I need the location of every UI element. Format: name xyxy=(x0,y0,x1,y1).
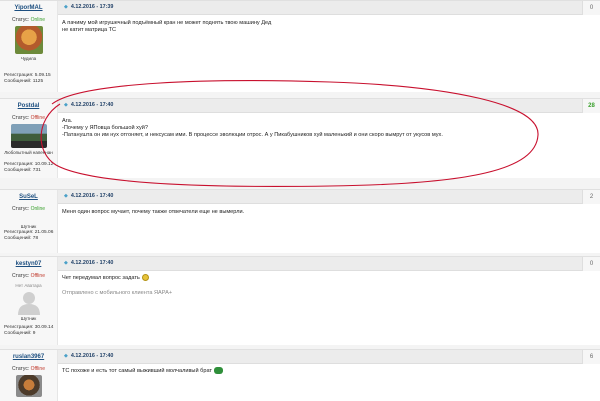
post-date[interactable]: 4.12.2016 - 17:40 xyxy=(64,102,114,108)
smiley-icon xyxy=(141,274,149,281)
author-status: Статус: Offline xyxy=(0,366,57,372)
author-username[interactable]: kestyn07 xyxy=(0,261,57,267)
post-header: 4.12.2016 - 17:40 28 xyxy=(58,99,600,113)
post-body: Меня один вопрос мучает, почему также от… xyxy=(62,209,244,216)
post-header: 4.12.2016 - 17:40 0 xyxy=(58,257,600,271)
avatar[interactable] xyxy=(14,26,43,54)
author-username[interactable]: SuSeL xyxy=(0,194,57,200)
post-text-line: Чет передумал вопрос задать xyxy=(62,274,172,282)
post: ruslan3967 Статус: Offline 4.12.2016 - 1… xyxy=(0,349,600,401)
post-author-panel: ruslan3967 Статус: Offline xyxy=(0,350,58,401)
messages-label: Сообщений: xyxy=(4,79,32,84)
messages-count: 78 xyxy=(32,236,39,241)
author-username[interactable]: YiporMAL xyxy=(0,5,57,11)
post-text-line: -Патанушта он им нух отгоняет, и нексуса… xyxy=(62,132,443,139)
messages-count: 731 xyxy=(32,168,41,173)
status-label: Статус: xyxy=(11,206,30,212)
author-stats: Регистрация: 10.09.12 Сообщений: 731 xyxy=(4,162,53,174)
registration-label: Регистрация: xyxy=(4,73,34,78)
registration-date: 30.09.14 xyxy=(34,325,54,330)
post-header: 4.12.2016 - 17:40 6 xyxy=(58,350,600,364)
author-stats: Регистрация: 5.09.15 Сообщений: 1125 xyxy=(4,73,51,85)
author-stats: Регистрация: 21.05.06 Сообщений: 78 xyxy=(4,230,53,242)
post: SuSeL Статус: Online Шутник Регистрация:… xyxy=(0,189,600,253)
status-label: Статус: xyxy=(12,366,30,372)
author-username[interactable]: ruslan3967 xyxy=(0,354,57,360)
author-username[interactable]: Postdal xyxy=(0,103,57,109)
status-online: Online xyxy=(30,206,46,212)
registration-label: Регистрация: xyxy=(4,230,34,235)
post: Postdal Статус: Offline Любопытный напен… xyxy=(0,98,600,178)
registration-date: 21.05.06 xyxy=(34,230,54,235)
registration-label: Регистрация: xyxy=(4,162,34,167)
post-date[interactable]: 4.12.2016 - 17:40 xyxy=(64,260,114,266)
post-header: 4.12.2016 - 17:39 0 xyxy=(58,1,600,15)
status-label: Статус: xyxy=(11,17,30,23)
post-rating[interactable]: 28 xyxy=(582,99,600,113)
author-status: Статус: Online xyxy=(0,17,57,23)
author-rank: Любопытный напеннан xyxy=(4,150,53,155)
messages-label: Сообщений: xyxy=(4,168,32,173)
messages-label: Сообщений: xyxy=(4,236,32,241)
default-avatar-icon xyxy=(17,292,40,315)
post-date[interactable]: 4.12.2016 - 17:39 xyxy=(64,4,114,10)
post-rating[interactable]: 0 xyxy=(582,1,600,15)
registration-date: 5.09.15 xyxy=(34,73,51,78)
post-text: ТС похоже и есть тот самый выживший молч… xyxy=(62,367,212,374)
avatar[interactable] xyxy=(15,375,42,397)
creature-emoticon-icon xyxy=(214,367,223,374)
post-author-panel: YiporMAL Статус: Online Чудила Регистрац… xyxy=(0,1,58,92)
author-stats: Регистрация: 30.09.14 Сообщений: 9 xyxy=(4,325,53,337)
post-text-line: А пачиму мой игрушечный подъёмный кран н… xyxy=(62,20,272,26)
post-body: Чет передумал вопрос задать Отправлено с… xyxy=(62,274,172,297)
post-text-line: ТС похоже и есть тот самый выживший молч… xyxy=(62,367,223,375)
status-online: Online xyxy=(30,17,46,23)
post-body: ТС похоже и есть тот самый выживший молч… xyxy=(62,367,223,375)
post-body: А пачиму мой игрушечный подъёмный кран н… xyxy=(62,20,271,34)
post-header: 4.12.2016 - 17:40 2 xyxy=(58,190,600,204)
post: kestyn07 Статус: Offline Нет Аватара Шут… xyxy=(0,256,600,345)
post-text: Чет передумал вопрос задать xyxy=(62,274,140,281)
no-avatar-label: Нет Аватара xyxy=(15,283,42,288)
avatar[interactable] xyxy=(10,124,47,148)
post: YiporMAL Статус: Online Чудила Регистрац… xyxy=(0,0,600,92)
status-offline: Offline xyxy=(30,366,45,372)
post-rating[interactable]: 6 xyxy=(582,350,600,364)
author-rank: Шутник xyxy=(20,224,37,229)
status-label: Статус: xyxy=(12,115,30,121)
status-label: Статус: xyxy=(12,273,30,279)
registration-label: Регистрация: xyxy=(4,325,34,330)
messages-count: 1125 xyxy=(32,79,44,84)
post-text-line: Меня один вопрос мучает, почему также от… xyxy=(62,209,245,215)
post-author-panel: kestyn07 Статус: Offline Нет Аватара Шут… xyxy=(0,257,58,345)
post-rating[interactable]: 2 xyxy=(582,190,600,204)
author-status: Статус: Offline xyxy=(0,273,57,279)
author-rank: Чудила xyxy=(20,56,37,61)
post-author-panel: SuSeL Статус: Online Шутник Регистрация:… xyxy=(0,190,58,253)
status-offline: Offline xyxy=(30,115,45,121)
author-rank: Шутник xyxy=(20,316,37,321)
post-body: Ага. -Почему у ЯПовца большой хуй? -Пата… xyxy=(62,118,443,140)
post-date[interactable]: 4.12.2016 - 17:40 xyxy=(64,193,114,199)
author-status: Статус: Offline xyxy=(0,115,57,121)
author-status: Статус: Online xyxy=(0,206,57,212)
mobile-signature: Отправлено с мобильного клиента ЯАРА+ xyxy=(62,290,173,297)
post-rating[interactable]: 0 xyxy=(582,257,600,271)
post-date[interactable]: 4.12.2016 - 17:40 xyxy=(64,353,114,359)
post-text-line: не катит матрица ТС xyxy=(62,27,117,34)
registration-date: 10.09.12 xyxy=(34,162,54,167)
messages-count: 9 xyxy=(32,331,36,336)
post-author-panel: Postdal Статус: Offline Любопытный напен… xyxy=(0,99,58,178)
status-offline: Offline xyxy=(30,273,45,279)
messages-label: Сообщений: xyxy=(4,331,32,336)
